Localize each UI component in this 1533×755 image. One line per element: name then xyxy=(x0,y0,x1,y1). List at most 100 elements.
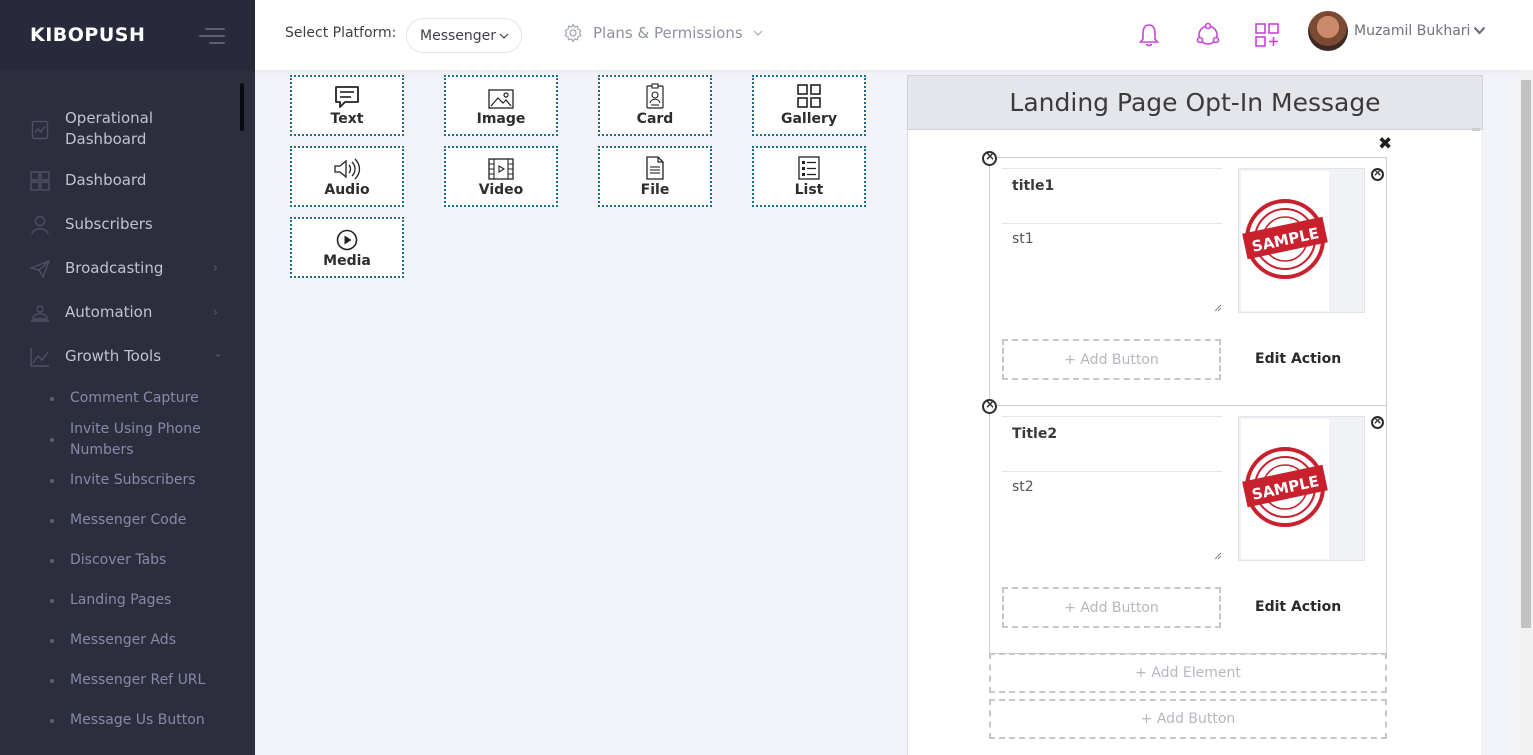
edit-action-link[interactable]: Edit Action xyxy=(1255,351,1341,367)
component-file[interactable]: File xyxy=(598,146,712,207)
sidebar-subitem-label: Invite Subscribers xyxy=(70,472,196,488)
chart-line-icon xyxy=(30,347,50,367)
component-audio[interactable]: Audio xyxy=(290,146,404,207)
brand-bar: KIBOPUSH xyxy=(0,0,255,70)
chevron-down-icon xyxy=(753,30,763,36)
component-label: Image xyxy=(476,111,526,127)
sidebar-item-broadcasting[interactable]: Broadcasting › xyxy=(0,258,240,280)
sidebar-subitem-discover-tabs[interactable]: Discover Tabs xyxy=(0,550,240,572)
edit-action-link[interactable]: Edit Action xyxy=(1255,599,1341,615)
page-scrollbar-thumb[interactable] xyxy=(1521,80,1531,628)
dashboard-grid-icon xyxy=(30,171,50,191)
preview-scrollbar[interactable] xyxy=(1467,130,1481,755)
component-label: List xyxy=(794,182,824,198)
remove-image-icon[interactable] xyxy=(1371,166,1384,181)
add-button-button[interactable]: + Add Button xyxy=(1002,587,1221,628)
component-label: Audio xyxy=(324,182,370,198)
bullet-dot-icon xyxy=(50,719,54,723)
sidebar-item-label: Operational Dashboard xyxy=(65,109,154,148)
add-button-button[interactable]: + Add Button xyxy=(989,699,1387,739)
resize-handle-icon[interactable] xyxy=(1214,552,1222,560)
component-label: Card xyxy=(636,111,674,127)
component-list[interactable]: List xyxy=(752,146,866,207)
brand-logo[interactable]: KIBOPUSH xyxy=(30,24,145,46)
card-title-input[interactable]: title1 xyxy=(1002,168,1222,224)
component-label: Text xyxy=(330,111,364,127)
resize-handle-icon[interactable] xyxy=(1214,304,1222,312)
chevron-down-icon xyxy=(499,33,509,39)
sidebar-subitem-invite-phone[interactable]: Invite Using Phone Numbers xyxy=(0,419,240,463)
image-icon xyxy=(488,89,514,109)
sidebar-subitem-label: Invite Using Phone Numbers xyxy=(70,421,201,458)
platform-select-value: Messenger xyxy=(420,27,497,44)
bell-notification-icon[interactable] xyxy=(1136,22,1162,48)
sidebar-subitem-invite-subscribers[interactable]: Invite Subscribers xyxy=(0,470,240,492)
sidebar-subitem-label: Messenger Code xyxy=(70,512,187,528)
avatar[interactable] xyxy=(1308,11,1348,51)
card-title-input[interactable]: Title2 xyxy=(1002,416,1222,472)
chevron-right-icon: › xyxy=(213,305,218,319)
sidebar: KIBOPUSH Operational Dashboard Dashboard… xyxy=(0,0,255,755)
video-icon xyxy=(488,158,514,180)
component-text[interactable]: Text xyxy=(290,75,404,136)
remove-image-icon[interactable] xyxy=(1371,414,1384,429)
report-icon xyxy=(30,120,50,140)
sidebar-item-label: Automation xyxy=(65,303,153,321)
gear-icon xyxy=(564,23,582,43)
media-play-icon xyxy=(336,229,358,251)
card-subtitle-input[interactable]: st1 xyxy=(1002,224,1222,312)
component-card[interactable]: Card xyxy=(598,75,712,136)
user-icon xyxy=(30,215,50,235)
chevron-right-icon: › xyxy=(213,261,218,275)
robot-icon xyxy=(30,303,50,323)
sidebar-item-dashboard[interactable]: Dashboard xyxy=(0,170,240,192)
plans-permissions-label: Plans & Permissions xyxy=(593,24,743,42)
component-label: Video xyxy=(478,182,524,198)
sidebar-subitem-messenger-ref-url[interactable]: Messenger Ref URL xyxy=(0,670,240,692)
sidebar-subitem-messenger-code[interactable]: Messenger Code xyxy=(0,510,240,532)
network-share-icon[interactable] xyxy=(1195,22,1221,48)
sidebar-scrollbar[interactable] xyxy=(240,83,244,131)
sidebar-item-subscribers[interactable]: Subscribers xyxy=(0,214,240,236)
add-button-button[interactable]: + Add Button xyxy=(1002,339,1221,380)
component-label: File xyxy=(640,182,670,198)
sidebar-item-label: Subscribers xyxy=(65,215,153,233)
remove-card-icon[interactable] xyxy=(982,397,997,414)
add-element-button[interactable]: + Add Element xyxy=(989,653,1387,693)
plans-permissions-menu[interactable]: Plans & Permissions xyxy=(563,23,763,43)
sidebar-item-operational-dashboard[interactable]: Operational Dashboard xyxy=(0,108,240,152)
sidebar-subitem-label: Comment Capture xyxy=(70,390,199,406)
apps-grid-icon[interactable] xyxy=(1254,22,1280,48)
sidebar-item-label: Growth Tools xyxy=(65,347,162,365)
sidebar-subitem-label: Landing Pages xyxy=(70,592,172,608)
preview-scrollbar-thumb[interactable] xyxy=(1472,128,1480,131)
bullet-dot-icon xyxy=(50,639,54,643)
sidebar-subitem-message-us-button[interactable]: Message Us Button xyxy=(0,710,240,732)
bullet-dot-icon xyxy=(50,599,54,603)
component-image[interactable]: Image xyxy=(444,75,558,136)
sidebar-subitem-landing-pages[interactable]: Landing Pages xyxy=(0,590,240,612)
paper-plane-icon xyxy=(30,259,50,279)
sidebar-subitem-comment-capture[interactable]: Comment Capture xyxy=(0,388,240,410)
component-media[interactable]: Media xyxy=(290,217,404,278)
card-subtitle-input[interactable]: st2 xyxy=(1002,472,1222,560)
close-icon[interactable]: ✖ xyxy=(1378,134,1392,154)
card-image[interactable]: SAMPLE xyxy=(1238,168,1365,313)
hamburger-menu-icon[interactable] xyxy=(199,28,225,44)
sidebar-item-growth-tools[interactable]: Growth Tools ⌄ xyxy=(0,346,240,368)
card-icon xyxy=(646,83,664,109)
remove-card-icon[interactable] xyxy=(982,149,997,166)
sidebar-subitem-label: Discover Tabs xyxy=(70,552,167,568)
sidebar-item-label: Dashboard xyxy=(65,171,147,189)
component-video[interactable]: Video xyxy=(444,146,558,207)
user-name[interactable]: Muzamil Bukhari xyxy=(1354,23,1470,39)
sidebar-subitem-messenger-ads[interactable]: Messenger Ads xyxy=(0,630,240,652)
component-label: Media xyxy=(323,253,371,269)
card-image[interactable]: SAMPLE xyxy=(1238,416,1365,561)
chevron-down-icon[interactable] xyxy=(1473,26,1486,35)
platform-select[interactable]: Messenger xyxy=(406,18,522,53)
component-gallery[interactable]: Gallery xyxy=(752,75,866,136)
component-label: Gallery xyxy=(780,111,838,127)
sidebar-item-automation[interactable]: Automation › xyxy=(0,302,240,324)
bullet-dot-icon xyxy=(50,397,54,401)
